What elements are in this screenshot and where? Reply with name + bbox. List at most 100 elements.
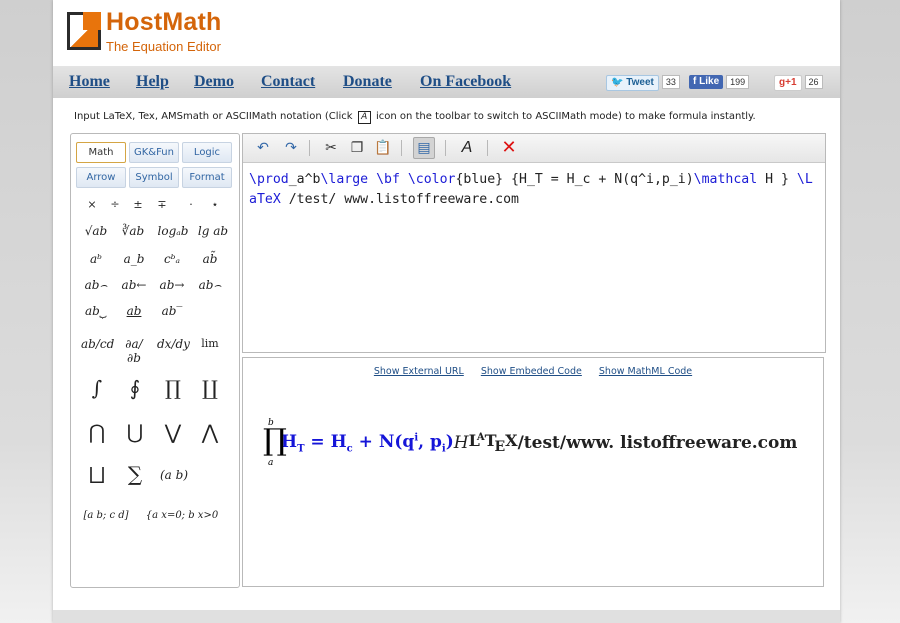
paste-icon[interactable]: 📋: [373, 138, 393, 158]
nav-help[interactable]: Help: [136, 73, 169, 91]
navbar: Home Help Demo Contact Donate On Faceboo…: [53, 66, 840, 98]
times-symbol[interactable]: ×: [85, 198, 99, 211]
binomial-symbol[interactable]: (a b): [157, 468, 191, 482]
facebook-icon: f: [693, 76, 697, 87]
tweet-widget: 🐦 Tweet 33: [606, 75, 680, 91]
derivative-symbol[interactable]: dx/dy: [157, 337, 190, 351]
ascii-mode-icon[interactable]: A: [457, 138, 477, 158]
instructions-text-2: icon on the toolbar to switch to ASCIIMa…: [375, 111, 756, 122]
superscript-symbol[interactable]: aᵇ: [81, 252, 111, 266]
footer: [53, 610, 840, 623]
product-lower-limit: a: [268, 458, 274, 468]
tweet-count: 33: [661, 75, 680, 89]
palette-tabs: Math GK&Fun Logic Arrow Symbol Format: [76, 140, 234, 188]
underline-symbol[interactable]: ab: [119, 304, 149, 318]
product-sign: ∏: [263, 423, 287, 458]
clear-icon[interactable]: ✕: [499, 138, 519, 158]
latex-command: \color: [407, 172, 456, 187]
like-button[interactable]: f Like: [689, 75, 724, 89]
minus-plus-symbol[interactable]: ∓: [155, 198, 169, 211]
big-cup-symbol[interactable]: ⋃: [121, 420, 149, 444]
ascii-mode-icon-inline: A: [357, 111, 371, 124]
header: HostMath The Equation Editor: [53, 0, 840, 66]
big-sqcup-symbol[interactable]: ⨆: [83, 462, 111, 486]
subscript-symbol[interactable]: a_b: [119, 252, 149, 266]
formula-preview: Show External URL Show Embeded Code Show…: [242, 357, 824, 587]
underbrace-symbol[interactable]: ab⏟: [81, 304, 111, 319]
divide-symbol[interactable]: ÷: [108, 198, 122, 211]
tab-logic[interactable]: Logic: [182, 142, 232, 163]
sub-superscript-symbol[interactable]: cᵇₐ: [157, 252, 187, 266]
latex-input[interactable]: \prod_a^b\large \bf \color{blue} {H_T = …: [249, 170, 819, 210]
tweet-label: Tweet: [626, 77, 654, 88]
cdot-symbol[interactable]: ·: [184, 198, 198, 211]
right-arrow-accent-symbol[interactable]: ab→: [157, 278, 187, 292]
nav-on-facebook[interactable]: On Facebook: [420, 73, 511, 91]
partial-fraction-symbol[interactable]: ∂a/∂b: [119, 337, 149, 365]
limit-symbol[interactable]: lim: [195, 337, 225, 350]
toolbar-separator: [309, 140, 310, 156]
redo-icon[interactable]: ↷: [281, 138, 301, 158]
nav-demo[interactable]: Demo: [194, 73, 234, 91]
page: HostMath The Equation Editor Home Help D…: [53, 0, 840, 623]
nav-donate[interactable]: Donate: [343, 73, 392, 91]
latex-mode-icon[interactable]: ▤: [413, 137, 435, 159]
product-operator: b ∏ a: [263, 418, 287, 468]
coproduct-symbol[interactable]: ∐: [196, 376, 224, 400]
tab-math[interactable]: Math: [76, 142, 126, 163]
arc-symbol[interactable]: ab⌢: [81, 278, 111, 293]
plus-minus-symbol[interactable]: ±: [131, 198, 145, 211]
like-count: 199: [726, 75, 750, 89]
big-vee-symbol[interactable]: ⋁: [159, 420, 187, 444]
like-label: Like: [699, 76, 720, 87]
matrix-symbol[interactable]: [a b; c d]: [79, 510, 133, 521]
tab-arrow[interactable]: Arrow: [76, 167, 126, 188]
gplus-count: 26: [804, 75, 823, 89]
copy-icon[interactable]: ❐: [347, 138, 367, 158]
gplus-button[interactable]: g+1: [774, 75, 802, 91]
instructions-text-1: Input LaTeX, Tex, AMSmath or ASCIIMath n…: [74, 111, 353, 122]
latex-logo: LATEX: [468, 431, 518, 455]
gplus-widget: g+1 26: [774, 75, 823, 91]
wide-hat-symbol[interactable]: ab⌢: [195, 278, 225, 293]
lg-symbol[interactable]: lg ab: [195, 224, 231, 238]
logo-title[interactable]: HostMath: [106, 8, 221, 37]
editor-toolbar: ↶ ↷ ✂ ❐ 📋 ▤ A ✕: [243, 134, 825, 163]
integral-symbol[interactable]: ∫: [83, 376, 111, 400]
formula-tail-text: /test/www. listoffreeware.com: [517, 433, 798, 453]
instructions: Input LaTeX, Tex, AMSmath or ASCIIMath n…: [74, 111, 756, 124]
toolbar-separator: [401, 140, 402, 156]
show-external-url-link[interactable]: Show External URL: [374, 366, 464, 377]
toolbar-separator: [487, 140, 488, 156]
log-symbol[interactable]: logₐb: [155, 224, 191, 238]
star-symbol[interactable]: ⋆: [208, 198, 222, 211]
summation-symbol[interactable]: ∑: [121, 462, 149, 486]
product-symbol[interactable]: ∏: [159, 376, 187, 400]
cases-symbol[interactable]: {a x=0; b x>0: [141, 510, 223, 521]
big-cap-symbol[interactable]: ⋂: [83, 420, 111, 444]
toolbar-separator: [445, 140, 446, 156]
show-embeded-code-link[interactable]: Show Embeded Code: [481, 366, 582, 377]
symbol-palette: Math GK&Fun Logic Arrow Symbol Format × …: [70, 133, 240, 588]
tab-symbol[interactable]: Symbol: [129, 167, 179, 188]
latex-command: \large: [320, 172, 369, 187]
left-arrow-accent-symbol[interactable]: ab←: [119, 278, 149, 292]
contour-integral-symbol[interactable]: ∮: [121, 376, 149, 400]
tab-format[interactable]: Format: [182, 167, 232, 188]
rendered-formula: b ∏ a HT = Hc + N(qi, pi)HLATEX/test/www…: [263, 418, 797, 478]
cut-icon[interactable]: ✂: [321, 138, 341, 158]
undo-icon[interactable]: ↶: [253, 138, 273, 158]
tab-gk-fun[interactable]: GK&Fun: [129, 142, 179, 163]
overline-symbol[interactable]: ab‾: [157, 304, 187, 318]
nth-root-symbol[interactable]: ∛ab: [117, 224, 149, 238]
tilde-symbol[interactable]: ab̃: [195, 252, 225, 266]
formula-blue-part: HT = Hc + N(qi, pi): [281, 431, 454, 455]
fraction-symbol[interactable]: ab/cd: [81, 337, 114, 351]
sqrt-symbol[interactable]: √ab: [80, 224, 112, 238]
tweet-button[interactable]: 🐦 Tweet: [606, 75, 659, 91]
latex-editor: ↶ ↷ ✂ ❐ 📋 ▤ A ✕ \prod_a^b\large \bf \col…: [242, 133, 826, 353]
nav-contact[interactable]: Contact: [261, 73, 315, 91]
show-mathml-code-link[interactable]: Show MathML Code: [599, 366, 692, 377]
nav-home[interactable]: Home: [69, 73, 110, 91]
big-wedge-symbol[interactable]: ⋀: [196, 420, 224, 444]
